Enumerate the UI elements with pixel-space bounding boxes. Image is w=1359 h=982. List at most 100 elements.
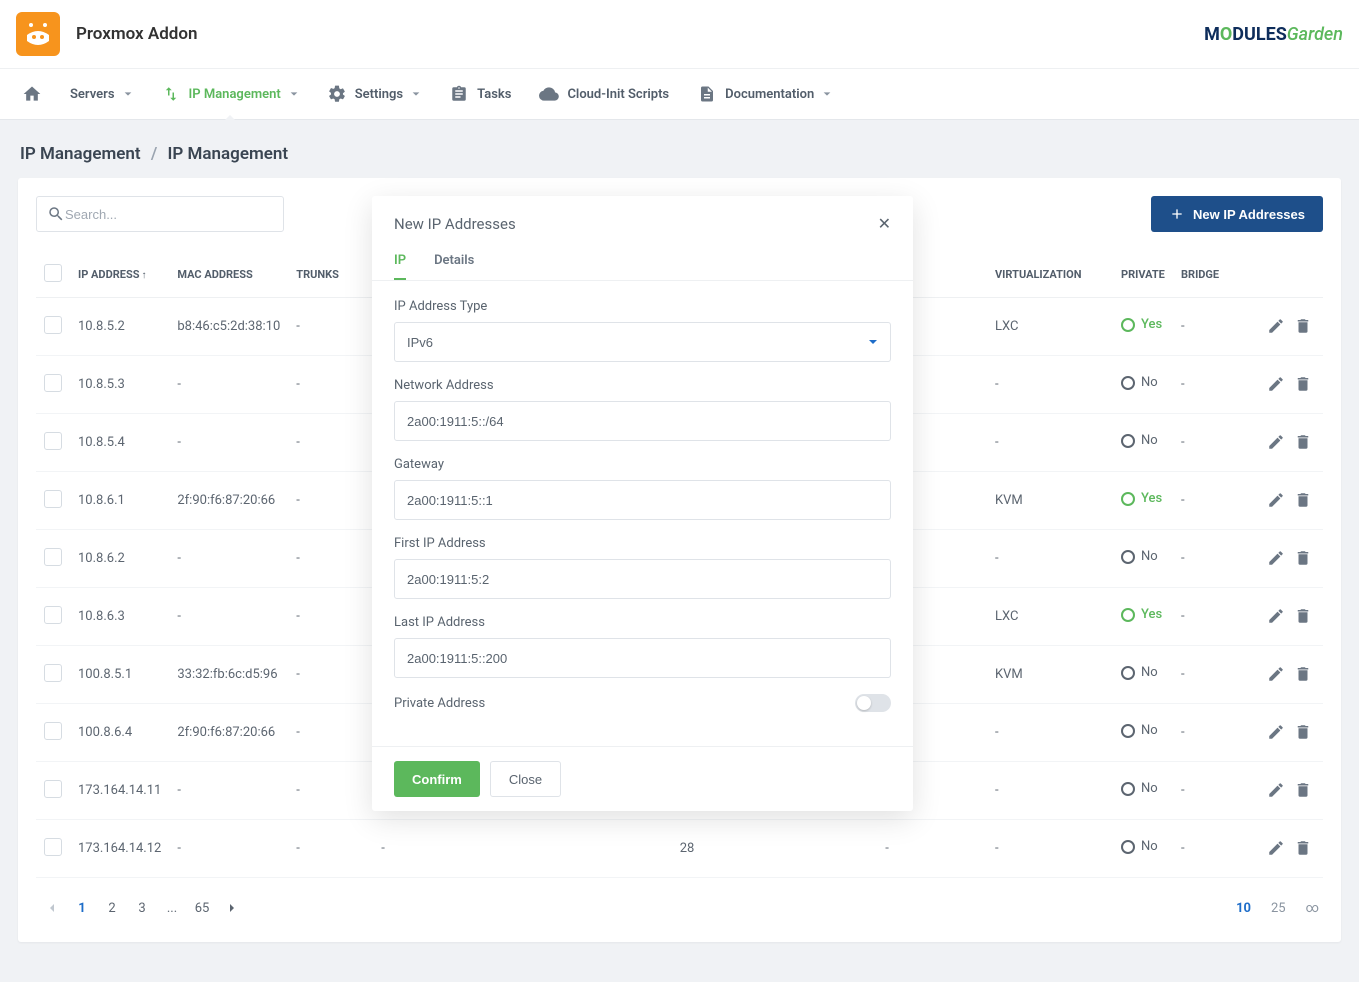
nav-cloud-init[interactable]: Cloud-Init Scripts: [525, 68, 683, 120]
cell-private: No: [1113, 414, 1173, 472]
page-2[interactable]: 2: [100, 896, 124, 920]
last-ip-input[interactable]: [394, 638, 891, 678]
col-private[interactable]: PRIVATE: [1113, 252, 1173, 298]
cell-ip: 10.8.6.3: [70, 588, 169, 646]
search-input[interactable]: [65, 207, 273, 222]
page-3[interactable]: 3: [130, 896, 154, 920]
page-prev[interactable]: [40, 896, 64, 920]
ip-type-value[interactable]: [394, 322, 891, 362]
circle-icon: [1121, 666, 1135, 680]
brand-logo: MODULESGarden: [1204, 24, 1343, 45]
edit-button[interactable]: [1264, 836, 1288, 860]
delete-button[interactable]: [1291, 372, 1315, 396]
page-next[interactable]: [220, 896, 244, 920]
delete-button[interactable]: [1291, 836, 1315, 860]
edit-button[interactable]: [1264, 430, 1288, 454]
gateway-input[interactable]: [394, 480, 891, 520]
breadcrumb: IP Management / IP Management: [0, 120, 1359, 178]
edit-button[interactable]: [1264, 720, 1288, 744]
edit-button[interactable]: [1264, 546, 1288, 570]
nav-home[interactable]: [8, 68, 56, 120]
cell-trunks: -: [288, 414, 373, 472]
nav-ip-management[interactable]: IP Management: [147, 68, 313, 120]
row-checkbox[interactable]: [44, 606, 62, 624]
edit-button[interactable]: [1264, 314, 1288, 338]
row-checkbox[interactable]: [44, 722, 62, 740]
nav-settings[interactable]: Settings: [313, 68, 435, 120]
row-checkbox[interactable]: [44, 780, 62, 798]
col-ip[interactable]: IP ADDRESS: [78, 268, 140, 281]
delete-button[interactable]: [1291, 546, 1315, 570]
network-input[interactable]: [394, 401, 891, 441]
cell-private: Yes: [1113, 472, 1173, 530]
col-trunks[interactable]: TRUNKS: [288, 252, 373, 298]
size-∞[interactable]: ∞: [1306, 901, 1319, 916]
edit-button[interactable]: [1264, 488, 1288, 512]
row-checkbox[interactable]: [44, 374, 62, 392]
trash-icon: [1294, 723, 1312, 741]
trash-icon: [1294, 317, 1312, 335]
edit-button[interactable]: [1264, 372, 1288, 396]
size-10[interactable]: 10: [1236, 901, 1251, 916]
edit-button[interactable]: [1264, 662, 1288, 686]
delete-button[interactable]: [1291, 314, 1315, 338]
col-virt[interactable]: VIRTUALIZATION: [987, 252, 1113, 298]
nav-documentation[interactable]: Documentation: [683, 68, 846, 120]
page-1[interactable]: 1: [70, 896, 94, 920]
confirm-button[interactable]: Confirm: [394, 761, 480, 797]
select-all-checkbox[interactable]: [44, 264, 62, 282]
cell-virt: -: [987, 704, 1113, 762]
ip-type-select[interactable]: [394, 322, 891, 362]
size-25[interactable]: 25: [1271, 901, 1286, 916]
col-mac[interactable]: MAC ADDRESS: [169, 252, 288, 298]
breadcrumb-b: IP Management: [168, 144, 289, 164]
pagination: 123...65: [40, 896, 244, 920]
row-checkbox[interactable]: [44, 432, 62, 450]
edit-button[interactable]: [1264, 778, 1288, 802]
delete-button[interactable]: [1291, 720, 1315, 744]
page-65[interactable]: 65: [190, 896, 214, 920]
nav-tasks[interactable]: Tasks: [435, 68, 525, 120]
pencil-icon: [1267, 607, 1285, 625]
delete-button[interactable]: [1291, 604, 1315, 628]
tab-details[interactable]: Details: [434, 243, 474, 280]
modal-header: New IP Addresses ✕: [372, 196, 913, 243]
cell-private: No: [1113, 646, 1173, 704]
cell-bridge: -: [1173, 414, 1243, 472]
modal-title: New IP Addresses: [394, 215, 516, 233]
page-...[interactable]: ...: [160, 896, 184, 920]
gear-icon: [327, 84, 347, 104]
nav-servers[interactable]: Servers: [56, 68, 147, 120]
page-sizes: 10 25 ∞: [1236, 901, 1319, 916]
chevron-down-icon: [867, 336, 879, 348]
row-checkbox[interactable]: [44, 838, 62, 856]
cell-trunks: -: [288, 356, 373, 414]
row-checkbox[interactable]: [44, 548, 62, 566]
trash-icon: [1294, 433, 1312, 451]
delete-button[interactable]: [1291, 778, 1315, 802]
nav-settings-label: Settings: [355, 87, 403, 102]
first-ip-input[interactable]: [394, 559, 891, 599]
pencil-icon: [1267, 375, 1285, 393]
table-footer: 123...65 10 25 ∞: [36, 878, 1323, 924]
cell-tag: -: [373, 820, 587, 878]
cell-mac: b8:46:c5:2d:38:10: [169, 298, 288, 356]
delete-button[interactable]: [1291, 662, 1315, 686]
cell-ip: 10.8.5.2: [70, 298, 169, 356]
delete-button[interactable]: [1291, 430, 1315, 454]
tab-ip[interactable]: IP: [394, 243, 406, 280]
new-ip-button[interactable]: New IP Addresses: [1151, 196, 1323, 232]
row-checkbox[interactable]: [44, 316, 62, 334]
row-checkbox[interactable]: [44, 664, 62, 682]
row-checkbox[interactable]: [44, 490, 62, 508]
cell-private: Yes: [1113, 588, 1173, 646]
delete-button[interactable]: [1291, 488, 1315, 512]
close-icon[interactable]: ✕: [878, 214, 891, 233]
col-bridge[interactable]: BRIDGE: [1173, 252, 1243, 298]
edit-button[interactable]: [1264, 604, 1288, 628]
private-toggle[interactable]: [855, 694, 891, 712]
close-button[interactable]: Close: [490, 761, 561, 797]
search-box[interactable]: [36, 196, 284, 232]
circle-icon: [1121, 550, 1135, 564]
cell-mac: 2f:90:f6:87:20:66: [169, 704, 288, 762]
